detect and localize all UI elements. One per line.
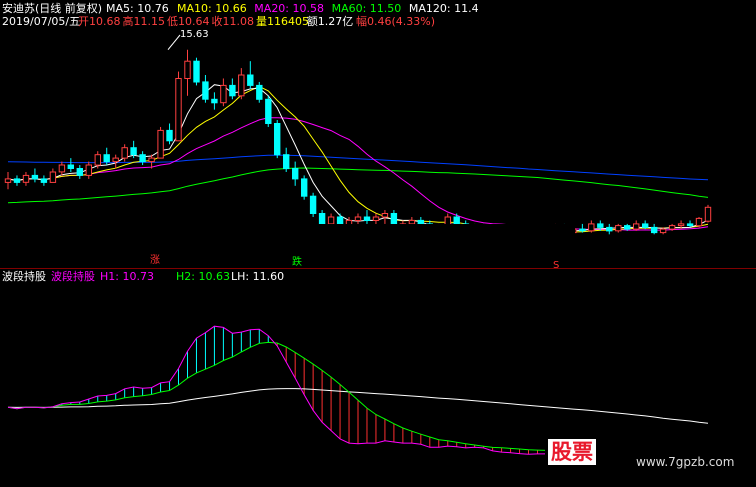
ohlc-legend-item: 低10.64 xyxy=(167,15,210,28)
candle-body xyxy=(211,98,218,104)
candle-body xyxy=(193,60,200,83)
candle-body xyxy=(292,168,299,180)
candle-body xyxy=(31,174,39,180)
candle-body xyxy=(642,223,649,228)
candle-body xyxy=(381,213,389,218)
candle-body xyxy=(247,74,254,86)
ohlc-legend-item: 额1.27亿 xyxy=(306,15,354,28)
ohlc-legend-item: 开10.68 xyxy=(78,15,121,28)
bar-date: 2019/07/05/五 xyxy=(2,15,81,28)
signal-down-label: 跌 xyxy=(292,257,302,268)
candle-body xyxy=(94,154,101,166)
candle-body xyxy=(157,129,164,159)
ohlc-legend-item: 幅0.46(4.33%) xyxy=(356,15,436,28)
candle-body xyxy=(668,225,676,230)
indicator-h2: H2: 10.63 xyxy=(176,270,230,283)
candle-body xyxy=(659,228,667,234)
candle-body xyxy=(175,78,182,142)
stock-title: 安迪苏(日线 前复权) xyxy=(2,2,103,15)
candle-body xyxy=(633,223,640,230)
candle-body xyxy=(615,225,622,232)
candle-body xyxy=(103,154,110,163)
candle-body xyxy=(22,174,30,183)
candle-body xyxy=(139,154,146,163)
candle-body xyxy=(677,223,685,227)
ma-legend-item: MA5: 10.76 xyxy=(106,2,169,15)
candle-body xyxy=(67,164,74,169)
candle-body xyxy=(229,84,236,97)
candle-body xyxy=(166,129,173,142)
candle-body xyxy=(265,98,272,125)
ma-legend-item: MA120: 11.4 xyxy=(408,2,479,15)
candle-body xyxy=(624,225,631,230)
candle-body xyxy=(327,216,335,225)
candle-body xyxy=(651,226,658,234)
ma-legend-item: MA60: 11.50 xyxy=(331,2,402,15)
watermark-url: www.7gpzb.com xyxy=(636,455,735,469)
candle-body xyxy=(121,147,128,159)
candle-body xyxy=(184,60,191,79)
candle-body xyxy=(40,178,48,183)
candle-body xyxy=(597,223,604,228)
candle-body xyxy=(13,178,21,183)
candle-body xyxy=(417,219,425,225)
candle-body xyxy=(301,178,308,197)
kline-chart[interactable] xyxy=(0,0,756,487)
ohlc-legend-item: 高11.15 xyxy=(122,15,166,28)
chart-stage: 安迪苏(日线 前复权) MA5: 10.76 MA10: 10.66 MA20: 1… xyxy=(0,0,756,487)
candle-body xyxy=(202,81,209,100)
candle-body xyxy=(76,168,83,176)
watermark-logo: 股票 xyxy=(548,439,596,465)
candle-body xyxy=(4,178,12,183)
ohlc-legend-item: 收11.08 xyxy=(211,15,255,28)
ma-legend-item: MA20: 10.58 xyxy=(254,2,325,15)
candle-body xyxy=(309,195,317,214)
candle-body xyxy=(704,206,712,222)
occlusion-bottom xyxy=(180,224,575,262)
candle-body xyxy=(49,171,57,183)
candle-body xyxy=(283,154,290,170)
occlusion-top-right xyxy=(428,0,756,112)
candle-body xyxy=(453,216,460,225)
candle-body xyxy=(606,226,613,232)
ma-legend-item: MA10: 10.66 xyxy=(177,2,247,15)
candle-body xyxy=(274,123,281,156)
indicator-name: 波段持股 xyxy=(2,270,46,283)
candle-body xyxy=(85,164,92,176)
peak-price-label: 15.63 xyxy=(180,29,209,40)
candle-body xyxy=(354,216,362,221)
candle-body xyxy=(238,74,245,97)
candle-body xyxy=(372,216,380,221)
candle-body xyxy=(318,213,326,225)
ohlc-legend-item: 量116405 xyxy=(256,15,309,28)
signal-sell-label: S xyxy=(553,260,560,271)
indicator-lh: LH: 11.60 xyxy=(231,270,285,283)
candle-body xyxy=(695,217,703,227)
indicator-name-colored: 波段持股 xyxy=(51,270,95,283)
candle-body xyxy=(363,216,371,221)
candle-body xyxy=(148,157,155,163)
peak-pointer xyxy=(167,34,181,51)
candle-body xyxy=(256,84,263,100)
candle-body xyxy=(130,147,137,156)
candle-body xyxy=(686,223,694,227)
candle-body xyxy=(112,157,119,163)
candle-body xyxy=(58,164,66,173)
signal-up-label: 涨 xyxy=(150,255,160,266)
candle-body xyxy=(408,219,416,225)
indicator-h1: H1: 10.73 xyxy=(100,270,154,283)
candle-body xyxy=(579,228,586,232)
candle-body xyxy=(588,223,595,232)
candle-body xyxy=(220,84,227,104)
